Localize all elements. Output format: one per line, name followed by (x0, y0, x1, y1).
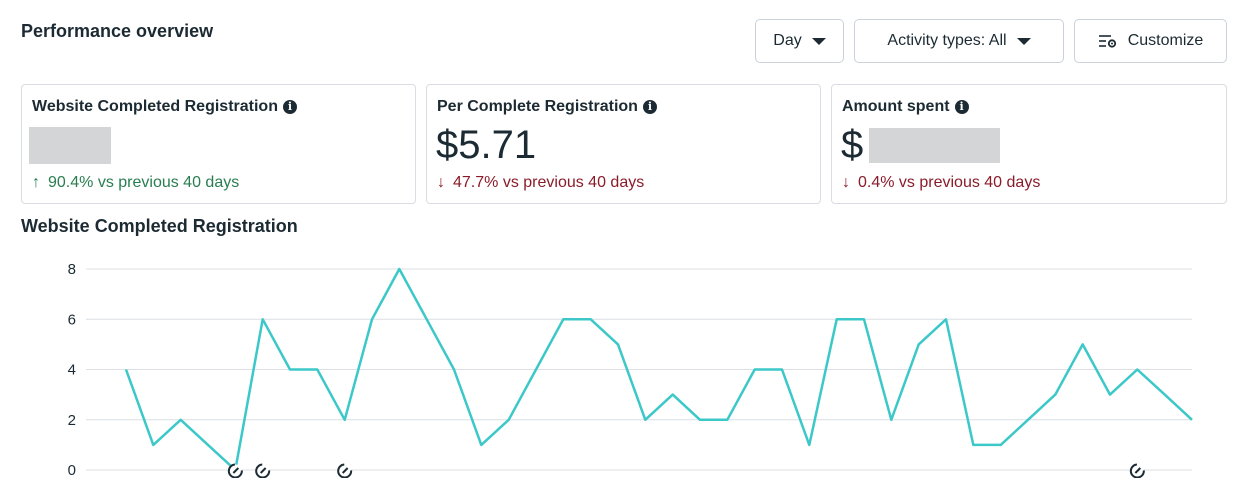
data-point[interactable] (721, 414, 733, 426)
y-tick-label: 8 (68, 261, 76, 278)
data-point[interactable] (175, 414, 187, 426)
page-title: Performance overview (21, 21, 214, 41)
data-point[interactable] (585, 313, 597, 325)
data-point[interactable] (147, 439, 159, 451)
data-point[interactable] (1186, 414, 1198, 426)
data-point[interactable] (639, 414, 651, 426)
customize-label: Customize (1127, 32, 1204, 49)
data-point[interactable] (366, 313, 378, 325)
data-point[interactable] (530, 364, 542, 376)
data-point[interactable] (803, 439, 815, 451)
data-point[interactable] (1104, 389, 1116, 401)
delta-indicator: ↑ 90.4% vs previous 40 days (32, 174, 239, 192)
chevron-down-icon (1016, 38, 1031, 45)
metric-card-registrations[interactable]: Website Completed Registration i ↑ 90.4%… (21, 84, 416, 204)
data-point[interactable] (885, 414, 897, 426)
data-point[interactable] (913, 338, 925, 350)
data-point[interactable] (448, 364, 460, 376)
info-icon[interactable]: i (954, 100, 969, 114)
data-point[interactable] (667, 389, 679, 401)
data-point[interactable] (940, 313, 952, 325)
data-point[interactable] (612, 338, 624, 350)
delta-text: 47.7% vs previous 40 days (453, 174, 645, 191)
data-point[interactable] (120, 364, 132, 376)
data-point[interactable] (421, 313, 433, 325)
data-point[interactable] (967, 439, 979, 451)
y-tick-label: 6 (68, 311, 76, 328)
currency-symbol: $ (841, 123, 864, 167)
y-tick-label: 0 (68, 462, 76, 478)
data-point[interactable] (1022, 414, 1034, 426)
delta-text: 90.4% vs previous 40 days (48, 174, 240, 191)
arrow-down-icon: ↓ (842, 174, 850, 191)
granularity-label: Day (773, 32, 802, 49)
card-title: Website Completed Registration (32, 98, 278, 115)
data-point[interactable] (995, 439, 1007, 451)
data-point[interactable] (694, 414, 706, 426)
data-point[interactable] (557, 313, 569, 325)
data-point[interactable] (503, 414, 515, 426)
info-icon[interactable]: i (642, 100, 657, 114)
y-tick-label: 4 (68, 362, 76, 379)
data-point[interactable] (1049, 389, 1061, 401)
annotation-marker-icon[interactable] (337, 463, 353, 478)
annotation-marker-icon[interactable] (1129, 463, 1145, 478)
redacted-value (29, 127, 111, 164)
annotation-marker-icon[interactable] (227, 463, 243, 478)
chevron-down-icon (811, 38, 826, 45)
data-point[interactable] (475, 439, 487, 451)
annotation-marker-icon[interactable] (255, 463, 271, 478)
metric-card-cost-per-registration[interactable]: Per Complete Registration i $5.71 ↓ 47.7… (426, 84, 821, 204)
data-point[interactable] (202, 439, 214, 451)
data-point[interactable] (831, 313, 843, 325)
metric-value: $5.71 (436, 123, 537, 167)
activity-types-label: Activity types: All (887, 32, 1007, 49)
data-point[interactable] (1077, 338, 1089, 350)
data-point[interactable] (339, 414, 351, 426)
data-point[interactable] (1131, 364, 1143, 376)
registrations-line-chart: 0 2 4 6 8 (68, 261, 1198, 478)
data-point[interactable] (257, 313, 269, 325)
metric-card-amount-spent[interactable]: Amount spent i $ ↓ 0.4% vs previous 40 d… (831, 84, 1227, 204)
chart-title: Website Completed Registration (21, 216, 298, 236)
activity-types-dropdown[interactable]: Activity types: All (854, 19, 1064, 63)
data-point[interactable] (776, 364, 788, 376)
y-tick-label: 2 (68, 412, 76, 429)
delta-indicator: ↓ 0.4% vs previous 40 days (842, 174, 1040, 192)
card-title: Per Complete Registration (437, 98, 638, 115)
customize-button[interactable]: Customize (1074, 19, 1227, 63)
delta-text: 0.4% vs previous 40 days (858, 174, 1041, 191)
card-title: Amount spent (842, 98, 950, 115)
customize-icon (1098, 35, 1116, 48)
info-icon[interactable]: i (282, 100, 297, 114)
arrow-up-icon: ↑ (32, 174, 40, 191)
data-point[interactable] (858, 313, 870, 325)
granularity-dropdown[interactable]: Day (755, 19, 844, 63)
data-point[interactable] (311, 364, 323, 376)
data-point[interactable] (284, 364, 296, 376)
data-point[interactable] (1159, 389, 1171, 401)
arrow-down-icon: ↓ (437, 174, 445, 191)
data-point[interactable] (393, 263, 405, 275)
delta-indicator: ↓ 47.7% vs previous 40 days (437, 174, 644, 192)
redacted-value (869, 128, 1000, 163)
data-point[interactable] (749, 364, 761, 376)
